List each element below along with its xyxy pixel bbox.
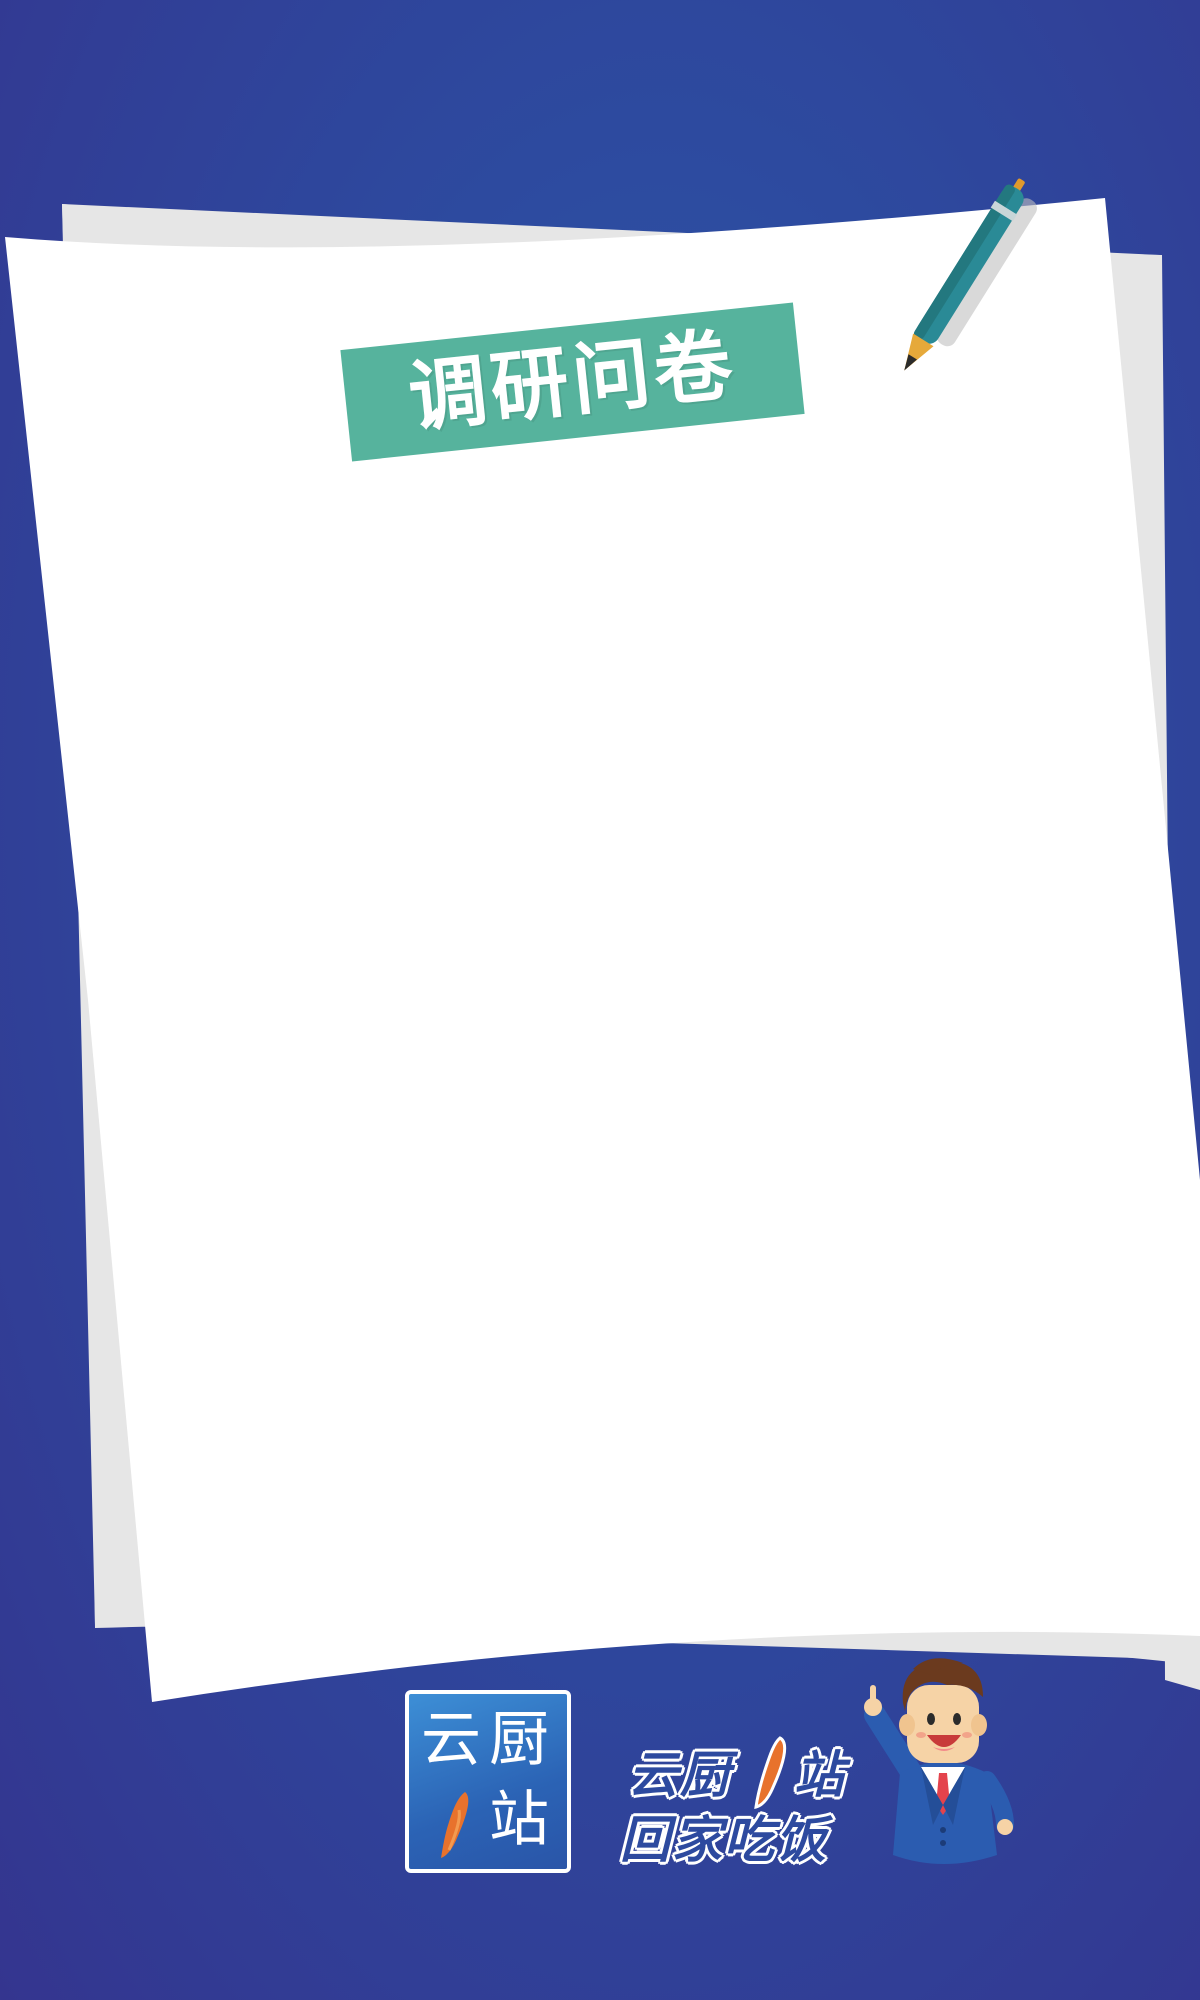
brand-logo: 云 厨 站 [405,1690,571,1873]
brush-swash-icon [441,1792,469,1858]
logo-char-chu: 厨 [489,1705,549,1775]
logo-char-zhan: 站 [489,1785,549,1855]
slogan-line2: 回家吃饭 [620,1811,828,1869]
brush-swash-icon [754,1736,787,1809]
slogan-line1-left: 云厨 [628,1746,732,1804]
logo-char-yun: 云 [421,1705,481,1775]
pen-icon [904,178,1037,371]
mascot-businessman [864,1658,1014,1864]
slogan-line1-right: 站 [794,1746,846,1804]
page-title: 调研问卷 [404,320,741,444]
